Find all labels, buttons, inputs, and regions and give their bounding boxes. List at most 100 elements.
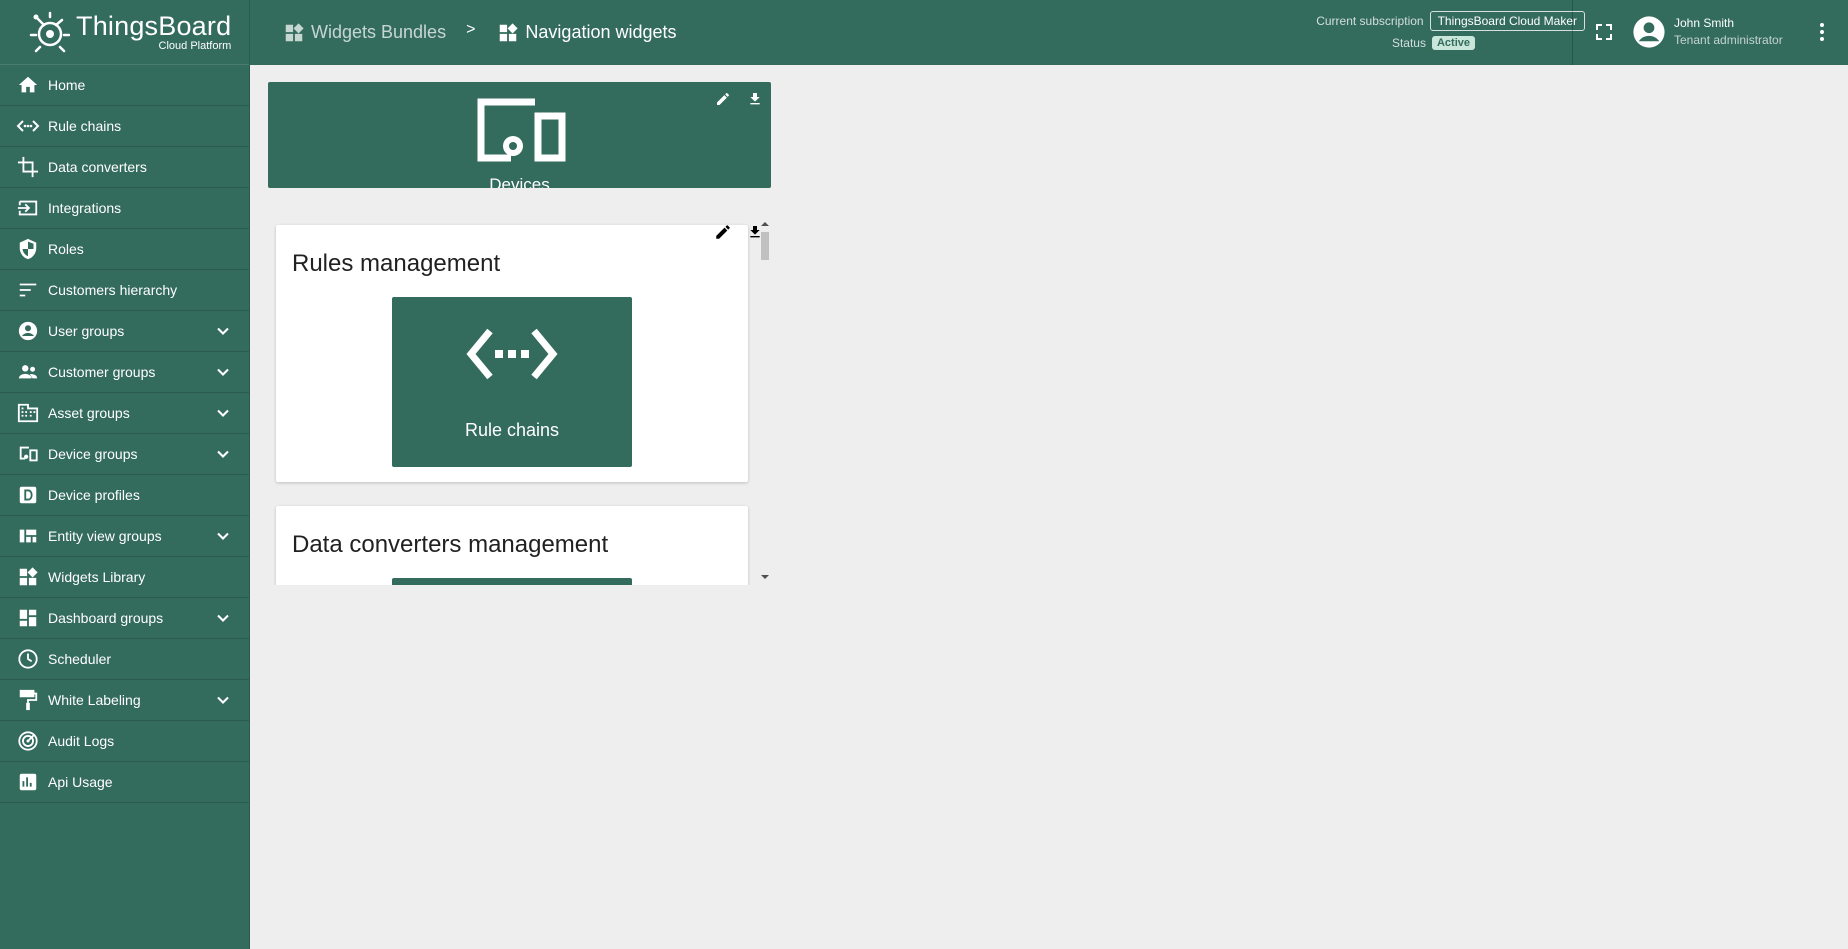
scroll-down-arrow-icon[interactable] xyxy=(761,574,769,580)
sidebar-item-label: Entity view groups xyxy=(48,528,162,544)
devices-icon xyxy=(16,442,40,466)
edit-icon xyxy=(716,225,730,239)
chevron-down-icon[interactable] xyxy=(211,524,235,548)
sidebar-item-label: Integrations xyxy=(48,200,122,216)
sidebar-item-dashboard-groups[interactable]: Dashboard groups xyxy=(0,598,249,639)
sidebar-item-label: White Labeling xyxy=(48,692,141,708)
sidebar-item-label: Scheduler xyxy=(48,651,112,667)
sidebar-item-home[interactable]: Home xyxy=(0,65,249,106)
edit-widget-button[interactable] xyxy=(712,221,734,243)
scroll-up-arrow-icon[interactable] xyxy=(761,221,769,227)
sidebar-item-label: Data converters xyxy=(48,159,147,175)
more-vert-icon[interactable] xyxy=(1810,20,1834,44)
edit-widget-button[interactable] xyxy=(712,88,734,110)
devices-icon xyxy=(477,98,566,162)
format-paint-icon xyxy=(16,688,40,712)
export-widget-button[interactable] xyxy=(744,88,766,110)
breadcrumb-widgets-bundles[interactable]: Widgets Bundles xyxy=(283,22,446,44)
devices-widget[interactable]: Devices xyxy=(268,82,771,188)
sidebar-item-device-groups[interactable]: Device groups xyxy=(0,434,249,475)
subscription-plan[interactable]: ThingsBoard Cloud Maker xyxy=(1429,11,1585,31)
sidebar-item-asset-groups[interactable]: Asset groups xyxy=(0,393,249,434)
sidebar-item-label: Dashboard groups xyxy=(48,610,164,626)
chevron-down-icon[interactable] xyxy=(211,688,235,712)
user-name: John Smith xyxy=(1674,16,1735,30)
sidebar-item-api-usage[interactable]: Api Usage xyxy=(0,762,249,803)
sidebar-item-label: Rule chains xyxy=(48,118,122,134)
supervisor-icon xyxy=(16,360,40,384)
sidebar-item-rule-chains[interactable]: Rule chains xyxy=(0,106,249,147)
schedule-icon xyxy=(16,647,40,671)
data-converters-tile[interactable] xyxy=(392,578,632,585)
rule-chains-icon xyxy=(466,328,558,380)
top-toolbar: Widgets Bundles > Navigation widgets Cur… xyxy=(250,0,1848,65)
avatar[interactable] xyxy=(1632,15,1666,49)
chevron-down-icon[interactable] xyxy=(211,360,235,384)
sidebar-item-scheduler[interactable]: Scheduler xyxy=(0,639,249,680)
sidebar-item-user-groups[interactable]: User groups xyxy=(0,311,249,352)
subscription-info: Current subscription ThingsBoard Cloud M… xyxy=(1280,11,1585,53)
chevron-down-icon[interactable] xyxy=(211,401,235,425)
sidebar-item-label: Asset groups xyxy=(48,405,130,421)
sidebar-item-roles[interactable]: Roles xyxy=(0,229,249,270)
sidebar-item-widgets-library[interactable]: Widgets Library xyxy=(0,557,249,598)
sidebar-item-label: Device groups xyxy=(48,446,138,462)
account-circle-icon xyxy=(16,319,40,343)
logo[interactable]: ThingsBoard Cloud Platform xyxy=(0,0,249,65)
logo-subtitle: Cloud Platform xyxy=(158,39,232,52)
user-role: Tenant administrator xyxy=(1674,33,1783,47)
sidebar-item-label: Audit Logs xyxy=(48,733,115,749)
domain-icon xyxy=(16,401,40,425)
header-divider xyxy=(1572,0,1573,65)
status-badge: Active xyxy=(1431,36,1475,50)
devices-label: Devices xyxy=(489,175,550,188)
thingsboard-logo-icon xyxy=(29,11,70,53)
crop-icon xyxy=(16,155,40,179)
fullscreen-icon[interactable] xyxy=(1592,20,1616,44)
widgets-icon xyxy=(500,22,519,41)
user-info[interactable]: John Smith Tenant administrator xyxy=(1674,15,1783,49)
breadcrumb-label: Navigation widgets xyxy=(525,22,677,42)
sidebar-item-entity-view-groups[interactable]: Entity view groups xyxy=(0,516,249,557)
data-converters-management-card: Data converters management xyxy=(276,506,748,585)
widgets-icon xyxy=(16,565,40,589)
breadcrumb-separator: > xyxy=(466,20,476,38)
sidebar: ThingsBoard Cloud Platform Home Rule cha… xyxy=(0,0,250,949)
dashboard-icon xyxy=(16,606,40,630)
chevron-down-icon[interactable] xyxy=(211,606,235,630)
sidebar-item-label: Api Usage xyxy=(48,774,113,790)
status-label: Status xyxy=(1391,36,1426,50)
logo-title: ThingsBoard xyxy=(76,10,232,41)
rule-chains-icon xyxy=(16,114,40,138)
sidebar-item-label: Customers hierarchy xyxy=(48,282,178,298)
sidebar-item-audit-logs[interactable]: Audit Logs xyxy=(0,721,249,762)
sidebar-item-label: Widgets Library xyxy=(48,569,146,585)
view-quilt-icon xyxy=(16,524,40,548)
sidebar-item-label: Roles xyxy=(48,241,84,257)
breadcrumb: Widgets Bundles > Navigation widgets xyxy=(283,0,677,65)
input-icon xyxy=(16,196,40,220)
device-profile-icon xyxy=(16,483,40,507)
scrollbar[interactable] xyxy=(758,220,772,585)
sidebar-item-label: Home xyxy=(48,77,86,93)
track-changes-icon xyxy=(16,729,40,753)
breadcrumb-label: Widgets Bundles xyxy=(311,22,447,42)
sidebar-item-device-profiles[interactable]: Device profiles xyxy=(0,475,249,516)
widget-preview-scroll-area[interactable]: Rules management Rule chains Data conver… xyxy=(270,220,772,585)
sidebar-item-customers-hierarchy[interactable]: Customers hierarchy xyxy=(0,270,249,311)
sidebar-item-label: User groups xyxy=(48,323,125,339)
chevron-down-icon[interactable] xyxy=(211,319,235,343)
sort-icon xyxy=(16,278,40,302)
subscription-label: Current subscription xyxy=(1316,14,1424,28)
scroll-thumb[interactable] xyxy=(761,232,769,260)
card-title: Data converters management xyxy=(292,531,609,558)
chevron-down-icon[interactable] xyxy=(211,442,235,466)
rule-chains-tile[interactable]: Rule chains xyxy=(392,297,632,467)
sidebar-item-customer-groups[interactable]: Customer groups xyxy=(0,352,249,393)
sidebar-item-label: Customer groups xyxy=(48,364,156,380)
sidebar-item-white-labeling[interactable]: White Labeling xyxy=(0,680,249,721)
home-icon xyxy=(16,73,40,97)
sidebar-item-data-converters[interactable]: Data converters xyxy=(0,147,249,188)
sidebar-item-integrations[interactable]: Integrations xyxy=(0,188,249,229)
card-title: Rules management xyxy=(292,250,501,277)
